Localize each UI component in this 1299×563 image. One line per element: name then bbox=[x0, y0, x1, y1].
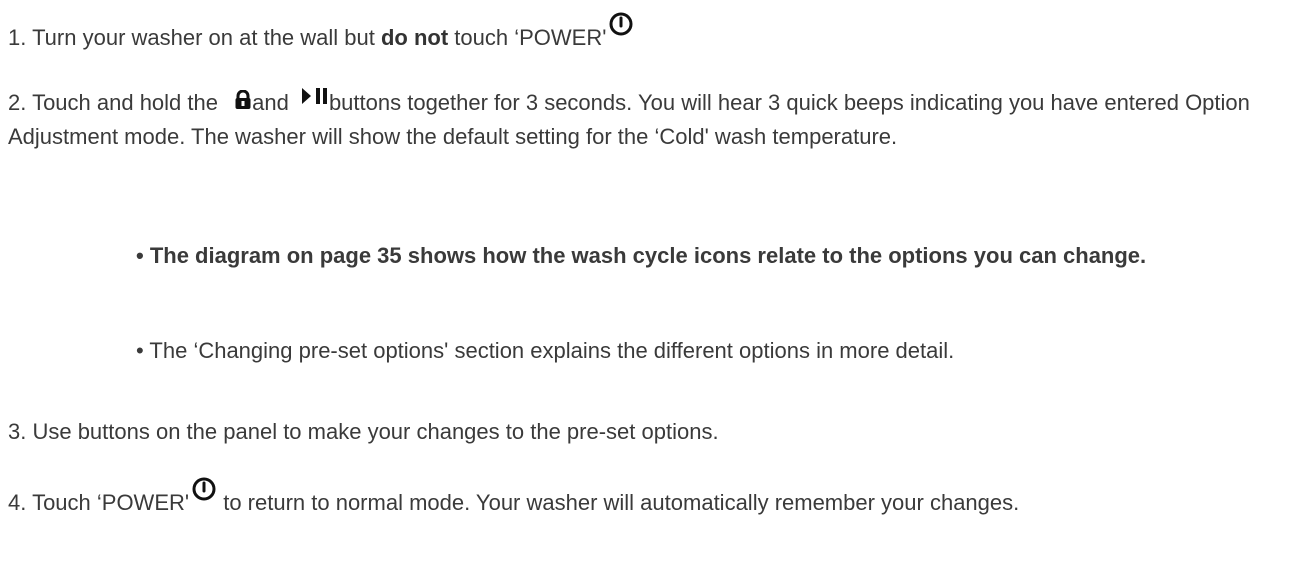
step-4: 4. Touch ‘POWER' to return to normal mod… bbox=[8, 477, 1278, 518]
play-pause-icon bbox=[301, 88, 327, 104]
power-icon bbox=[192, 477, 216, 501]
step-1-bold: do not bbox=[380, 25, 449, 50]
bullet-item: • The diagram on page 35 shows how the w… bbox=[136, 243, 1147, 268]
bullet-item: • The ‘Changing pre-set options' section… bbox=[136, 338, 955, 363]
step-4-text-b: to return to normal mode. Your washer wi… bbox=[217, 490, 1020, 515]
lock-icon bbox=[235, 90, 251, 109]
step-2: 2. Touch and hold the and buttons togeth… bbox=[8, 86, 1278, 153]
step-1-text-b: touch ‘POWER' bbox=[448, 25, 607, 50]
step-2-text-a: 2. Touch and hold the bbox=[8, 90, 225, 115]
step-2-text-b: and bbox=[252, 90, 295, 115]
step-1-text-a: 1. Turn your washer on at the wall but bbox=[8, 25, 381, 50]
bullet-list: • The diagram on page 35 shows how the w… bbox=[136, 239, 1296, 363]
step-4-text-a: 4. Touch ‘POWER' bbox=[8, 490, 190, 515]
step-1: 1. Turn your washer on at the wall but d… bbox=[8, 12, 634, 54]
power-icon bbox=[609, 12, 633, 36]
step-3: 3. Use buttons on the panel to make your… bbox=[8, 419, 719, 444]
